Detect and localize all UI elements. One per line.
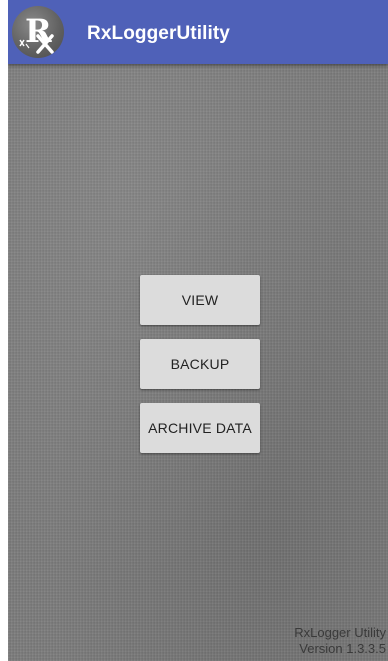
version-info: RxLogger Utility Version 1.3.3.5 xyxy=(294,625,386,657)
rx-logo-icon: R xyxy=(12,6,64,58)
app-title: RxLoggerUtility xyxy=(87,23,230,44)
svg-text:R: R xyxy=(25,12,52,50)
footer-app-name: RxLogger Utility xyxy=(294,625,386,640)
view-button[interactable]: VIEW xyxy=(140,275,260,325)
footer-version: Version 1.3.3.5 xyxy=(299,641,386,656)
main-content: VIEW BACKUP ARCHIVE DATA RxLogger Utilit… xyxy=(8,64,388,661)
archive-data-button[interactable]: ARCHIVE DATA xyxy=(140,403,260,453)
app-screen: R RxLoggerUtility VIEW BACKUP ARCHIVE DA… xyxy=(8,0,388,661)
backup-button[interactable]: BACKUP xyxy=(140,339,260,389)
app-bar: R RxLoggerUtility xyxy=(8,0,388,64)
